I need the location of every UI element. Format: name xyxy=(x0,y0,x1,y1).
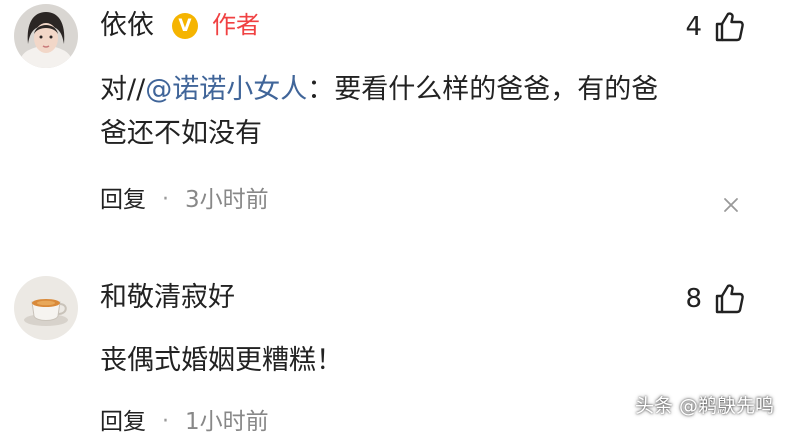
reply-button[interactable]: 回复 xyxy=(100,408,146,436)
thumbs-up-icon xyxy=(715,12,744,42)
like-count: 8 xyxy=(685,284,702,314)
woman-portrait-avatar xyxy=(14,4,78,68)
timestamp: 3小时前 xyxy=(185,187,269,213)
thumbs-up-icon xyxy=(715,284,744,314)
comment-text-rest: ：要看什么样的爸爸，有的爸 xyxy=(307,74,659,105)
tea-cup-avatar xyxy=(14,276,78,340)
separator-dot: · xyxy=(162,409,169,434)
author-badge: 作者 xyxy=(212,11,260,39)
comment-text: 对//@诺诺小女人：要看什么样的爸爸，有的爸 爸还不如没有 xyxy=(100,68,750,156)
like-count: 4 xyxy=(685,12,702,42)
reply-button[interactable]: 回复 xyxy=(100,186,146,214)
username[interactable]: 依依 xyxy=(100,10,154,42)
like-button[interactable]: 8 xyxy=(685,282,746,316)
avatar[interactable] xyxy=(14,4,78,68)
comment-text: 丧偶式婚姻更糟糕！ xyxy=(100,345,343,376)
like-button[interactable]: 4 xyxy=(685,10,746,44)
comment-meta: 回复 · 3小时前 xyxy=(100,186,269,214)
comment-text-line2: 爸还不如没有 xyxy=(100,118,262,149)
mention-link[interactable]: @诺诺小女人 xyxy=(145,74,307,105)
v-verified-icon: V xyxy=(172,13,198,39)
separator-dot: · xyxy=(162,187,169,212)
close-icon[interactable] xyxy=(723,197,739,213)
comment-meta: 回复 · 1小时前 xyxy=(100,408,269,436)
username[interactable]: 和敬清寂好 xyxy=(100,282,235,314)
timestamp: 1小时前 xyxy=(185,409,269,435)
comment-text-prefix: 对// xyxy=(100,74,146,105)
watermark: 头条 @鹈鴃先鸣 xyxy=(634,395,774,417)
avatar[interactable] xyxy=(14,276,78,340)
comment-item: 依依 V 作者 4 对//@诺诺小女人：要看什么样的爸爸，有的爸 爸还不如没有 … xyxy=(0,0,788,240)
